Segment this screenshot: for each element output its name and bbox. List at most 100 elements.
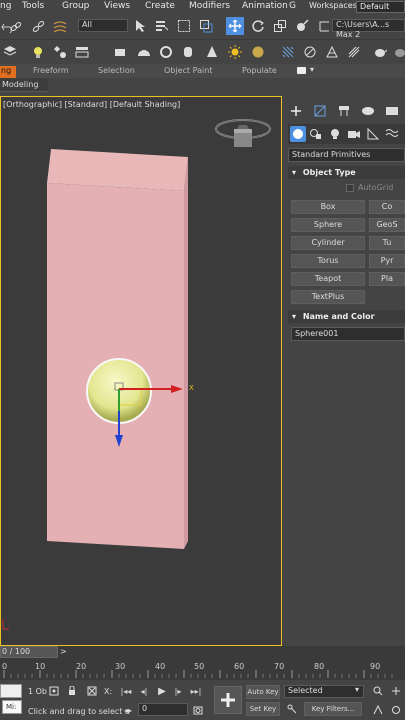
- primitive-category-select[interactable]: Standard Primitives: [288, 148, 405, 162]
- selection-lock-icon[interactable]: [66, 685, 78, 697]
- select-link-icon[interactable]: [8, 19, 24, 35]
- key-filters-button[interactable]: Key Filters...: [304, 702, 362, 716]
- cone-primitive-icon[interactable]: [204, 44, 220, 60]
- viewcube-icon[interactable]: [213, 115, 273, 151]
- grid-pattern-icon[interactable]: [280, 44, 296, 60]
- hemisphere-primitive-icon[interactable]: [136, 44, 152, 60]
- torus-button[interactable]: Torus: [291, 254, 365, 268]
- modify-tab-icon[interactable]: [312, 103, 328, 119]
- auto-key-button[interactable]: Auto Key: [246, 685, 280, 699]
- plane-button[interactable]: Pla: [369, 272, 405, 286]
- tab-selection[interactable]: Selection: [98, 66, 135, 75]
- geometry-icon[interactable]: [290, 126, 306, 142]
- next-frame-icon[interactable]: >: [60, 647, 67, 656]
- key-selection-select[interactable]: Selected: [284, 685, 364, 698]
- autogrid-checkbox[interactable]: [346, 184, 354, 192]
- selection-filter-select[interactable]: All: [78, 19, 128, 32]
- play-icon[interactable]: ▶: [156, 685, 168, 697]
- unlink-icon[interactable]: [30, 19, 46, 35]
- menu-item-partial[interactable]: ng: [0, 1, 11, 11]
- frame-readout[interactable]: 0 / 100: [0, 646, 58, 658]
- toggle-ribbon-icon[interactable]: [74, 44, 90, 60]
- box-button[interactable]: Box: [291, 200, 365, 214]
- render-frame-icon[interactable]: [324, 44, 340, 60]
- circle-primitive-icon[interactable]: [158, 44, 174, 60]
- menu-item-modifiers[interactable]: Modifiers: [189, 1, 230, 11]
- select-object-icon[interactable]: [132, 18, 148, 34]
- previous-frame-icon[interactable]: ◂|: [138, 685, 150, 697]
- menu-item-create[interactable]: Create: [145, 1, 175, 11]
- name-color-rollout[interactable]: ▾ Name and Color: [288, 310, 405, 323]
- tab-object-paint[interactable]: Object Paint: [164, 66, 212, 75]
- create-tab-icon[interactable]: [288, 103, 304, 119]
- ribbon-modeling-label[interactable]: Modeling: [0, 78, 48, 92]
- tab-populate[interactable]: Populate: [242, 66, 277, 75]
- select-by-name-icon[interactable]: [154, 18, 170, 34]
- select-and-scale-icon[interactable]: [272, 18, 288, 34]
- cylinder-primitive-icon[interactable]: [180, 44, 196, 60]
- orthographic-viewport[interactable]: [Orthographic] [Standard] [Default Shadi…: [0, 96, 282, 646]
- render-setup-icon[interactable]: [302, 44, 318, 60]
- pyramid-button[interactable]: Pyr: [369, 254, 405, 268]
- motion-tab-icon[interactable]: [360, 103, 376, 119]
- sun-light-icon[interactable]: [227, 44, 243, 60]
- object-type-rollout[interactable]: ▾ Object Type: [288, 166, 405, 179]
- geosphere-button[interactable]: GeoS: [369, 218, 405, 232]
- menu-item-group[interactable]: Group: [62, 1, 89, 11]
- time-slider[interactable]: 0 / 100 >: [0, 646, 405, 658]
- menu-item-animation[interactable]: Animation: [242, 1, 288, 11]
- set-key-plus-button[interactable]: [214, 686, 242, 714]
- next-frame-button-icon[interactable]: |▸: [172, 685, 184, 697]
- zoom-extents-icon[interactable]: [372, 685, 384, 697]
- rectangular-selection-icon[interactable]: [176, 18, 192, 34]
- bind-space-warp-icon[interactable]: [52, 19, 68, 35]
- ribbon-dropdown-icon[interactable]: ▾: [310, 65, 314, 74]
- teapot-button[interactable]: Teapot: [291, 272, 365, 286]
- key-filter-icon[interactable]: [286, 703, 298, 715]
- key-mode-icon[interactable]: ◂▸: [122, 704, 134, 716]
- viewport-label[interactable]: [Orthographic] [Standard] [Default Shadi…: [3, 100, 180, 109]
- create-selection-set-icon[interactable]: [52, 44, 68, 60]
- project-path-field[interactable]: C:\Users\A...s Max 2: [332, 19, 405, 39]
- current-frame-field[interactable]: 0: [138, 703, 188, 716]
- window-crossing-icon[interactable]: [198, 18, 214, 34]
- select-and-move-icon[interactable]: [226, 17, 244, 35]
- light-bulb-icon[interactable]: [30, 44, 46, 60]
- tab-freeform[interactable]: Freeform: [33, 66, 69, 75]
- go-to-start-icon[interactable]: |◂◂: [120, 685, 132, 697]
- box-object[interactable]: [45, 149, 191, 549]
- render-production-icon[interactable]: [346, 44, 362, 60]
- box-primitive-icon[interactable]: [112, 44, 128, 60]
- material-sphere-icon[interactable]: [250, 44, 266, 60]
- absolute-mode-icon[interactable]: [86, 685, 98, 697]
- cameras-icon[interactable]: [346, 126, 362, 142]
- place-icon[interactable]: [294, 18, 310, 34]
- select-and-rotate-icon[interactable]: [250, 18, 266, 34]
- shapes-icon[interactable]: [308, 126, 324, 142]
- object-name-input[interactable]: Sphere001: [291, 327, 405, 341]
- field-of-view-icon[interactable]: [372, 704, 384, 716]
- space-warps-icon[interactable]: [384, 126, 400, 142]
- cone-button[interactable]: Co: [369, 200, 405, 214]
- timeline-ruler[interactable]: 0 10 20 30 40 50 60 70 80 90: [0, 658, 405, 680]
- orbit-icon[interactable]: [390, 704, 402, 716]
- time-configuration-icon[interactable]: [192, 704, 204, 716]
- menu-item-graph-partial[interactable]: G: [289, 1, 296, 11]
- textplus-button[interactable]: TextPlus: [291, 290, 365, 304]
- sphere-button[interactable]: Sphere: [291, 218, 365, 232]
- tube-button[interactable]: Tu: [369, 236, 405, 250]
- helpers-icon[interactable]: [365, 126, 381, 142]
- sphere-object[interactable]: [83, 355, 203, 459]
- maxscript-listener[interactable]: [0, 684, 22, 698]
- pan-view-icon[interactable]: [390, 685, 402, 697]
- display-tab-icon[interactable]: [384, 103, 400, 119]
- ribbon-options-icon[interactable]: [297, 67, 306, 74]
- menu-item-tools[interactable]: Tools: [22, 1, 44, 11]
- maxscript-mini-listener[interactable]: Mi:: [2, 700, 22, 714]
- hierarchy-tab-icon[interactable]: [336, 103, 352, 119]
- isolate-selection-icon[interactable]: [48, 685, 60, 697]
- selection-dropdown-icon[interactable]: ▾: [355, 685, 359, 694]
- go-to-end-icon[interactable]: ▸▸|: [190, 685, 202, 697]
- lights-icon[interactable]: [327, 126, 343, 142]
- teapot-render-icon[interactable]: [372, 44, 388, 60]
